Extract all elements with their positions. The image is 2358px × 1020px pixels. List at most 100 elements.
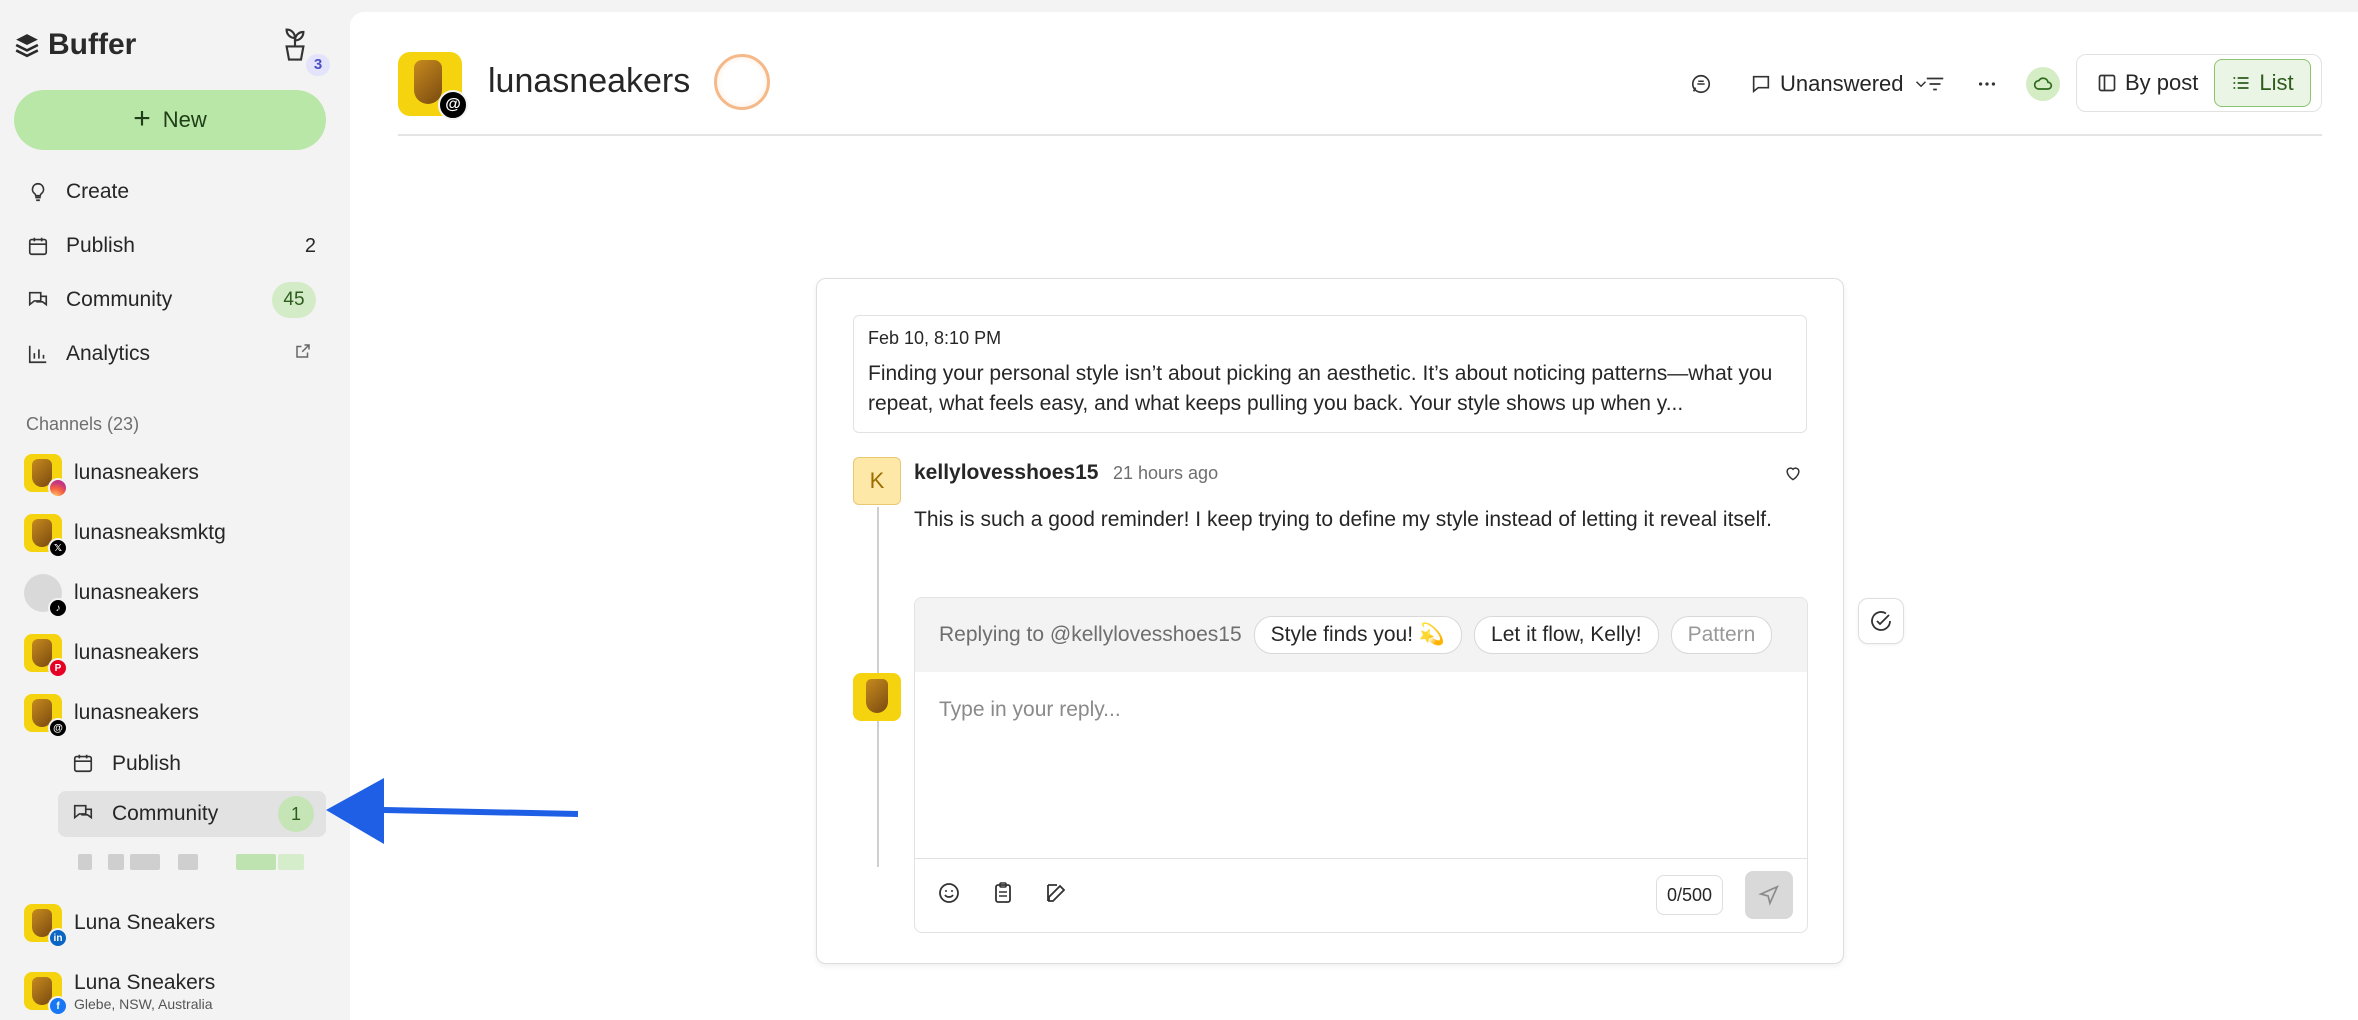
suggestion-chip[interactable]: Style finds you! 💫 [1253, 616, 1463, 654]
post-layout-icon [2098, 74, 2116, 92]
my-avatar [853, 673, 901, 721]
suggestion-chip[interactable]: Let it flow, Kelly! [1474, 616, 1659, 654]
channel-lunasneakers-pinterest[interactable]: P lunasneakers [24, 631, 324, 678]
filter-lines-icon [1926, 77, 1944, 91]
cloud-sync-icon [2033, 77, 2053, 90]
nav-community[interactable]: Community 45 [26, 278, 316, 322]
community-count-badge: 45 [272, 282, 316, 318]
new-button[interactable]: + New [14, 90, 326, 150]
channel-name: lunasneakers [74, 461, 199, 484]
char-count: 0/500 [1655, 875, 1723, 915]
channel-avatar: f [24, 972, 68, 1016]
clipboard-icon [995, 882, 1011, 903]
channel-name: Luna Sneakers [74, 911, 216, 934]
channel-location: Glebe, NSW, Australia [74, 995, 213, 1012]
channel-name: lunasneaksmktg [74, 521, 226, 544]
post-text: Finding your personal style isn’t about … [868, 362, 1773, 415]
instagram-icon [48, 478, 68, 498]
post-date: Feb 10, 8:10 PM [868, 328, 1002, 348]
chat-help-button[interactable] [1690, 64, 1712, 104]
channel-avatar: P [24, 634, 68, 678]
view-list-label: List [2259, 70, 2294, 95]
channel-name: lunasneakers [74, 581, 199, 604]
channel-header: @ lunasneakers Unanswered By post List [398, 50, 2322, 136]
channel-avatar: 𝕏 [24, 514, 68, 558]
threads-subnav-publish[interactable]: Publish [58, 741, 326, 787]
channel-lunasneaksmktg-x[interactable]: 𝕏 lunasneaksmktg [24, 511, 324, 558]
nav-publish[interactable]: Publish 2 [26, 224, 316, 268]
send-icon [1758, 885, 1779, 906]
channel-avatar: @ [24, 694, 68, 738]
mark-as-done-button[interactable] [1858, 598, 1904, 644]
check-circle-icon [1871, 611, 1891, 631]
channel-avatar [24, 454, 68, 498]
x-icon: 𝕏 [48, 538, 68, 558]
nav-label: Create [66, 180, 130, 203]
reply-suggestions: Replying to @kellylovesshoes15 Style fin… [915, 598, 1807, 672]
channels-label: Channels (23) [26, 414, 140, 434]
comment-timestamp: 21 hours ago [1113, 463, 1219, 483]
buffer-logo[interactable]: Buffer [14, 28, 136, 62]
view-toggle: By post List [2076, 54, 2322, 112]
view-by-post-label: By post [2125, 70, 2199, 95]
chat-icon [1691, 74, 1711, 94]
subnav-label: Publish [112, 752, 181, 775]
chat-bubbles-icon [72, 802, 96, 826]
subnav-label: Community [112, 802, 219, 825]
chat-bubbles-icon [26, 288, 50, 312]
nav-label: Community [66, 288, 173, 311]
threads-community-count: 1 [278, 796, 314, 832]
plus-icon: + [133, 101, 151, 135]
send-reply-button[interactable] [1745, 871, 1793, 919]
sort-filter-button[interactable] [1924, 64, 1946, 104]
main-panel: @ lunasneakers Unanswered By post List F… [350, 12, 2358, 1020]
nav-label: Analytics [66, 342, 151, 365]
channel-lunasneakers-instagram[interactable]: lunasneakers [24, 451, 324, 498]
channel-luna-sneakers-facebook[interactable]: f Luna Sneakers Glebe, NSW, Australia [24, 966, 324, 1016]
view-by-post-button[interactable]: By post [2081, 59, 2214, 107]
threads-subnav-community[interactable]: Community 1 [58, 791, 326, 837]
list-icon [2233, 77, 2249, 89]
reply-input[interactable] [915, 672, 1807, 858]
lightbulb-icon [26, 180, 50, 204]
commenter-username[interactable]: kellylovesshoes15 [914, 461, 1098, 485]
bar-chart-icon [26, 342, 50, 366]
header-channel-avatar: @ [398, 52, 468, 120]
channel-avatar: in [24, 904, 68, 948]
view-list-button[interactable]: List [2214, 59, 2311, 107]
blurred-item [78, 854, 318, 870]
original-post[interactable]: Feb 10, 8:10 PM Finding your personal st… [853, 315, 1807, 433]
edit-icon [1047, 884, 1066, 902]
plant-badge: 3 [306, 54, 330, 76]
channel-name: lunasneakers [74, 701, 199, 724]
new-button-label: New [162, 107, 207, 132]
saved-replies-button[interactable] [991, 881, 1015, 910]
plant-button[interactable]: 3 [280, 26, 330, 76]
sync-status-button[interactable] [2026, 67, 2060, 101]
calendar-icon [26, 234, 50, 258]
like-button[interactable] [1783, 463, 1805, 485]
page-title: lunasneakers [488, 62, 691, 100]
nav-create[interactable]: Create [26, 170, 316, 214]
sidebar: Buffer 3 + New Create Publish 2 Communit… [0, 0, 350, 1020]
ai-assistant-button[interactable] [1045, 881, 1069, 910]
nav-analytics[interactable]: Analytics [26, 332, 316, 376]
suggestion-chip[interactable]: Pattern [1670, 616, 1773, 654]
emoji-button[interactable] [937, 881, 961, 910]
linkedin-icon: in [48, 928, 68, 948]
comment-card: Feb 10, 8:10 PM Finding your personal st… [816, 278, 1844, 964]
ellipsis-icon [1978, 82, 1996, 86]
channel-avatar: ♪ [24, 574, 68, 618]
heart-icon [1786, 467, 1800, 481]
more-options-button[interactable] [1976, 64, 1998, 104]
unanswered-filter-dropdown[interactable]: Unanswered [1750, 64, 1930, 104]
channel-lunasneakers-threads[interactable]: @ lunasneakers [24, 691, 324, 738]
channel-luna-sneakers-linkedin[interactable]: in Luna Sneakers [24, 901, 324, 948]
external-link-icon [294, 342, 312, 366]
channel-name: lunasneakers [74, 641, 199, 664]
emoji-icon [939, 883, 959, 903]
comment-icon [1752, 75, 1770, 94]
channel-lunasneakers-tiktok[interactable]: ♪ lunasneakers [24, 571, 324, 618]
reply-composer: Replying to @kellylovesshoes15 Style fin… [914, 597, 1808, 933]
channel-name: Luna Sneakers [74, 970, 216, 994]
